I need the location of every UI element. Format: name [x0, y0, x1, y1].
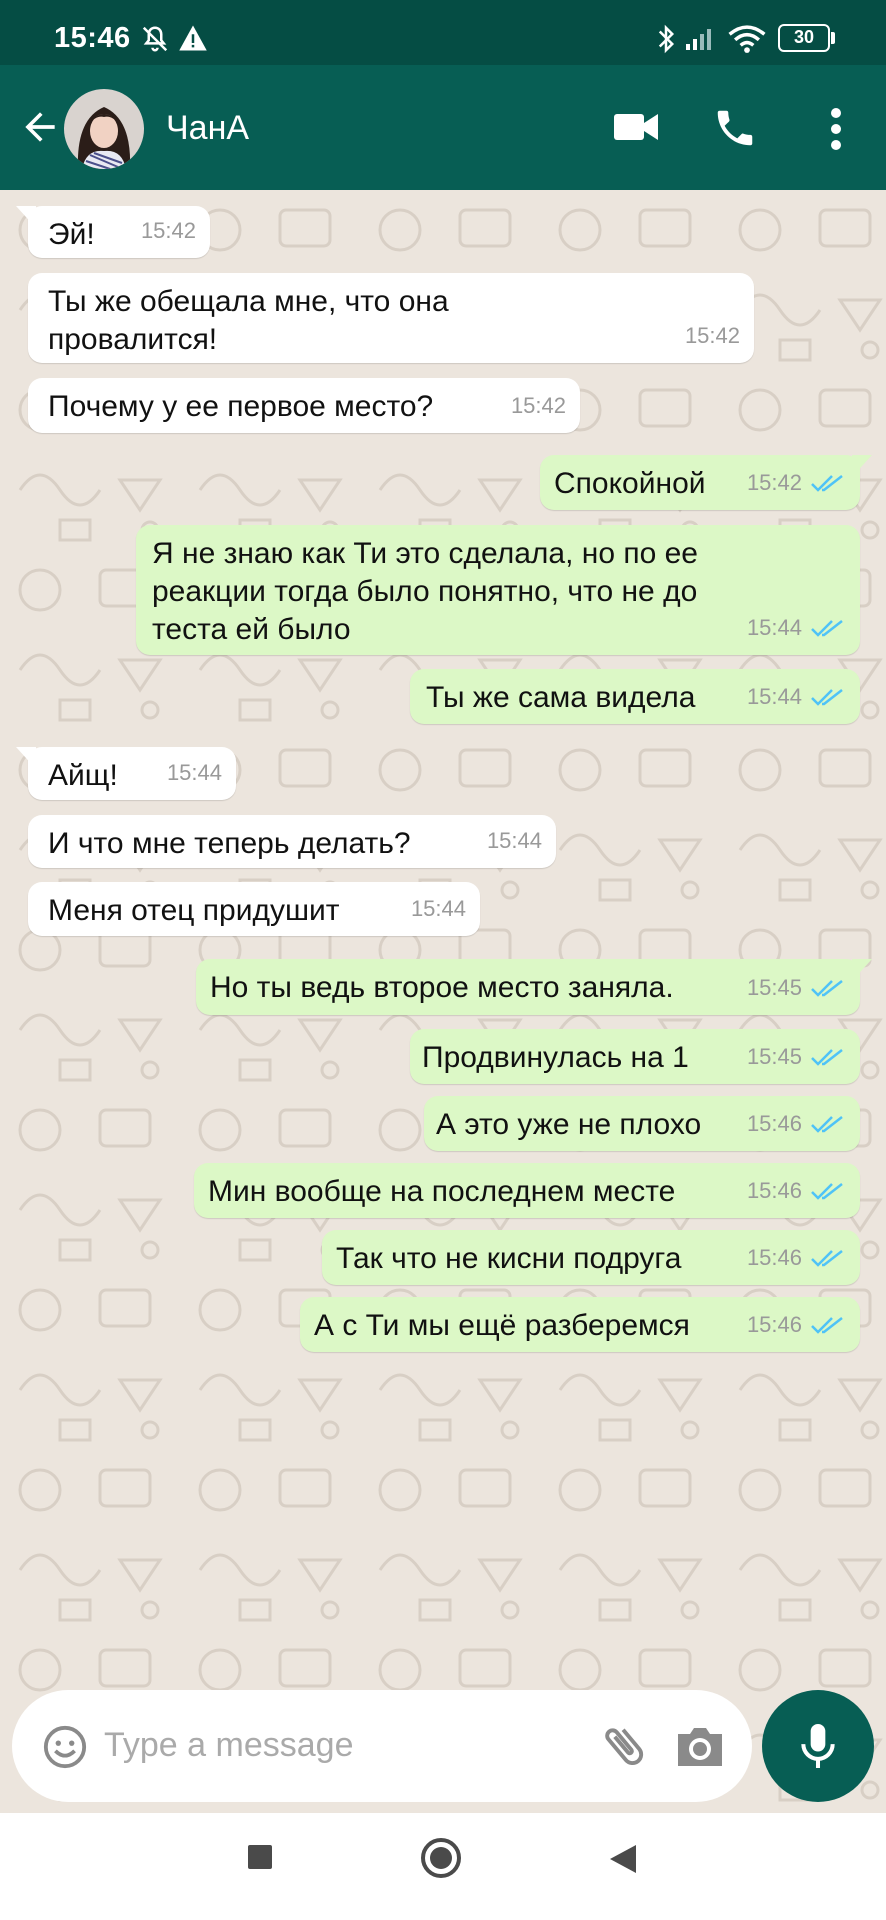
message-text: Меня отец придушит: [48, 894, 340, 927]
signal-icon: [686, 29, 711, 50]
message-bubble-incoming[interactable]: Ты же обещала мне, что она провалится! 1…: [28, 273, 754, 363]
message-time: 15:44: [166, 760, 222, 785]
message-bubble-outgoing[interactable]: Я не знаю как Ти это сделала, но по ее р…: [136, 525, 860, 655]
message-time: 15:46: [747, 1306, 846, 1344]
home-icon[interactable]: [420, 1837, 462, 1879]
message-text: И что мне теперь делать?: [48, 827, 411, 860]
recents-icon[interactable]: [246, 1843, 274, 1871]
status-bar: 15:46 30: [0, 0, 886, 65]
bluetooth-icon: [658, 24, 675, 54]
video-call-icon[interactable]: [614, 111, 658, 143]
mic-button[interactable]: [762, 1690, 874, 1802]
message-time: 15:44: [747, 678, 846, 716]
message-text: Ты же сама видела: [426, 681, 696, 714]
message-text: Почему у ее первое место?: [48, 390, 434, 423]
contact-name[interactable]: ЧанА: [166, 109, 249, 148]
mute-bell-icon: [142, 26, 168, 52]
back-arrow-icon[interactable]: [18, 105, 62, 149]
message-text: А с Ти мы ещё разберемся: [314, 1309, 690, 1342]
message-time: 15:45: [747, 1038, 846, 1076]
read-ticks-icon: [811, 1116, 843, 1133]
message-text: Так что не кисни подруга: [336, 1242, 682, 1275]
read-ticks-icon: [811, 689, 843, 706]
message-time: 15:46: [747, 1172, 846, 1210]
message-text: Продвинулась на 1: [422, 1041, 689, 1074]
message-input[interactable]: Type a message: [104, 1726, 353, 1765]
message-time: 15:42: [140, 218, 196, 243]
message-text: Мин вообще на последнем месте: [208, 1175, 676, 1208]
message-bubble-incoming[interactable]: Почему у ее первое место? 15:42: [28, 378, 580, 433]
phone-icon[interactable]: [712, 105, 758, 151]
more-vert-icon[interactable]: [826, 107, 846, 151]
message-time: 15:46: [747, 1239, 846, 1277]
message-text: Эй!: [48, 218, 95, 251]
message-bubble-incoming[interactable]: И что мне теперь делать? 15:44: [28, 815, 556, 868]
bubble-tail: [852, 455, 872, 477]
message-text: Спокойной: [554, 467, 706, 500]
bubble-tail: [852, 959, 872, 981]
battery-icon: 30: [778, 24, 830, 52]
bubble-tail: [16, 747, 36, 769]
system-nav-bar: [0, 1813, 886, 1920]
status-time: 15:46: [54, 22, 131, 54]
read-ticks-icon: [811, 1183, 843, 1200]
message-bubble-outgoing[interactable]: Спокойной 15:42: [540, 455, 872, 510]
message-time: 15:42: [684, 323, 740, 348]
read-ticks-icon: [811, 1250, 843, 1267]
wifi-icon: [728, 25, 766, 53]
message-text: Но ты ведь второе место заняла.: [210, 971, 674, 1004]
read-ticks-icon: [811, 1317, 843, 1334]
message-text: А это уже не плохо: [436, 1108, 702, 1141]
message-text: Я не знаю как Ти это сделала, но по ее р…: [152, 537, 698, 646]
warning-icon: [179, 25, 207, 51]
message-time: 15:44: [410, 896, 466, 921]
message-time: 15:44: [747, 609, 846, 647]
message-bubble-outgoing[interactable]: Мин вообще на последнем месте 15:46: [194, 1163, 860, 1218]
camera-icon[interactable]: [674, 1722, 726, 1770]
read-ticks-icon: [811, 620, 843, 637]
message-composer[interactable]: Type a message: [12, 1690, 752, 1802]
message-text: Айщ!: [48, 759, 118, 792]
message-time: 15:45: [747, 969, 846, 1007]
mic-icon: [801, 1724, 835, 1768]
message-bubble-incoming[interactable]: Эй! 15:42: [16, 206, 210, 258]
attach-icon[interactable]: [598, 1720, 650, 1772]
read-ticks-icon: [811, 980, 843, 997]
read-ticks-icon: [811, 1049, 843, 1066]
message-bubble-incoming[interactable]: Меня отец придушит 15:44: [28, 882, 480, 936]
message-time: 15:46: [747, 1105, 846, 1143]
read-ticks-icon: [811, 475, 843, 492]
message-bubble-outgoing[interactable]: Продвинулась на 1 15:45: [410, 1029, 860, 1084]
chat-header: ЧанА: [0, 65, 886, 190]
message-bubble-outgoing[interactable]: Так что не кисни подруга 15:46: [322, 1230, 860, 1285]
message-bubble-outgoing[interactable]: Но ты ведь второе место заняла. 15:45: [196, 959, 872, 1015]
message-bubble-outgoing[interactable]: А это уже не плохо 15:46: [424, 1096, 860, 1151]
emoji-icon[interactable]: [42, 1724, 88, 1770]
message-text: Ты же обещала мне, что она провалится!: [48, 285, 449, 356]
battery-level: 30: [793, 27, 815, 47]
message-time: 15:44: [486, 828, 542, 853]
message-bubble-incoming[interactable]: Айщ! 15:44: [16, 747, 236, 800]
message-time: 15:42: [510, 393, 566, 418]
bubble-tail: [16, 206, 36, 228]
message-bubble-outgoing[interactable]: А с Ти мы ещё разберемся 15:46: [300, 1297, 860, 1352]
message-bubble-outgoing[interactable]: Ты же сама видела 15:44: [410, 669, 860, 724]
chat-area[interactable]: Эй! 15:42 Ты же обещала мне, что она про…: [0, 190, 886, 1813]
message-time: 15:42: [747, 464, 846, 502]
battery-tip: [831, 32, 835, 44]
back-nav-icon[interactable]: [608, 1843, 638, 1875]
contact-avatar[interactable]: [64, 89, 144, 169]
